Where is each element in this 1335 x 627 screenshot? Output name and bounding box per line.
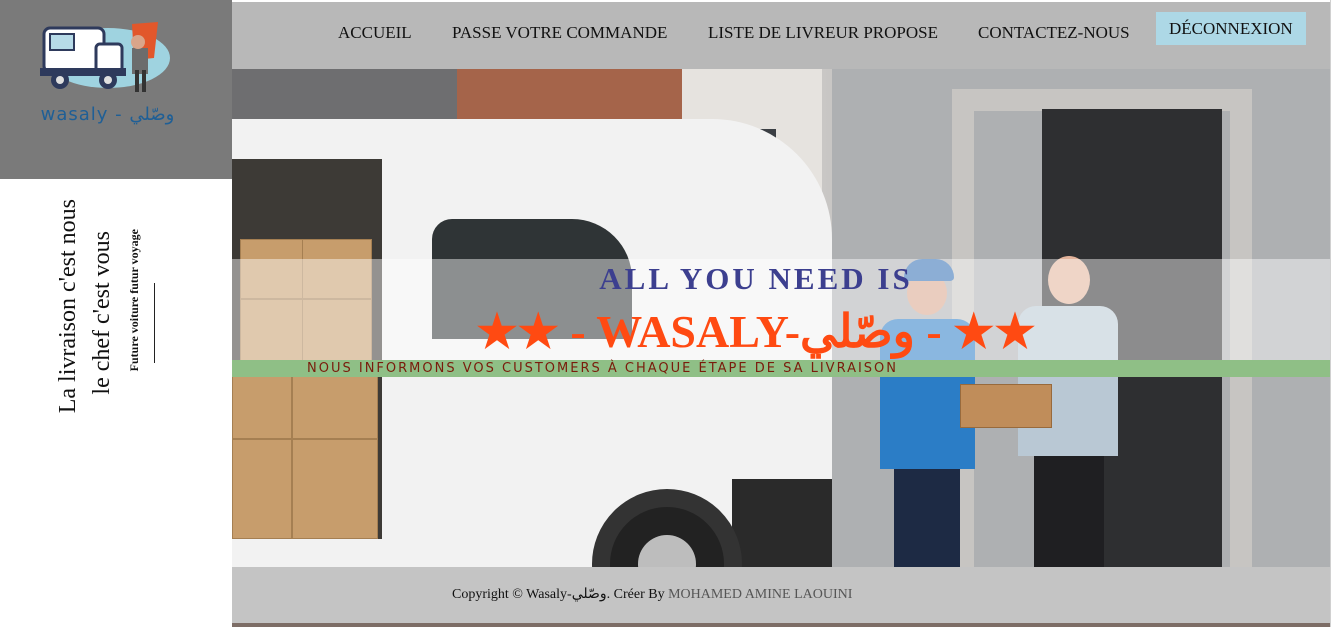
courier-legs bbox=[894, 464, 960, 567]
hero-brand-title: ★★ - WASALY-وصّلي - ★★ bbox=[476, 306, 1036, 357]
logo-box[interactable]: wasaly - وصّلي bbox=[0, 0, 232, 179]
footer-copyright-text: Copyright © Wasaly-وصّلي. Créer By bbox=[452, 587, 665, 602]
parcel-box bbox=[292, 439, 378, 539]
footer: Copyright © Wasaly-وصّلي. Créer By MOHAM… bbox=[232, 567, 1330, 623]
van-wheel bbox=[592, 489, 742, 567]
nav-passe-commande[interactable]: PASSE VOTRE COMMANDE bbox=[452, 20, 667, 46]
footer-author-link[interactable]: MOHAMED AMINE LAOUINI bbox=[668, 587, 852, 602]
parcel-box bbox=[232, 439, 292, 539]
footer-copyright: Copyright © Wasaly-وصّلي. Créer By MOHAM… bbox=[452, 586, 852, 603]
van-grill bbox=[732, 479, 832, 567]
divider bbox=[154, 283, 155, 363]
parcel-box bbox=[292, 369, 378, 439]
hero-photo-parcel bbox=[960, 384, 1052, 428]
logout-button[interactable]: DÉCONNEXION bbox=[1156, 12, 1306, 45]
customer-legs bbox=[1034, 454, 1104, 567]
delivery-truck-logo-icon bbox=[40, 22, 170, 92]
hero-title: ALL YOU NEED IS bbox=[599, 261, 913, 296]
nav-liste-livreur[interactable]: LISTE DE LIVREUR PROPOSE bbox=[708, 20, 938, 46]
logo-text: wasaly - وصّلي bbox=[40, 104, 175, 125]
hero-banner: ALL YOU NEED IS ★★ - WASALY-وصّلي - ★★ N… bbox=[232, 69, 1330, 567]
sidebar: wasaly - وصّلي La livraison c'est nous l… bbox=[0, 0, 232, 627]
scrollbar[interactable] bbox=[1330, 0, 1335, 627]
top-navigation: ACCUEIL PASSE VOTRE COMMANDE LISTE DE LI… bbox=[232, 2, 1330, 69]
parcel-box bbox=[232, 369, 292, 439]
nav-accueil[interactable]: ACCUEIL bbox=[338, 20, 412, 46]
hero-subtitle: NOUS INFORMONS VOS CUSTOMERS À CHAQUE ÉT… bbox=[307, 361, 899, 376]
tagline-line3: Future voiture futur voyage bbox=[127, 229, 141, 372]
nav-contactez-nous[interactable]: CONTACTEZ-NOUS bbox=[978, 20, 1130, 46]
bottom-strip bbox=[232, 623, 1330, 627]
tagline-line1: La livraison c'est nous bbox=[55, 199, 81, 414]
tagline-block: La livraison c'est nous le chef c'est vo… bbox=[55, 195, 165, 455]
tagline-line2: le chef c'est vous bbox=[89, 231, 115, 395]
